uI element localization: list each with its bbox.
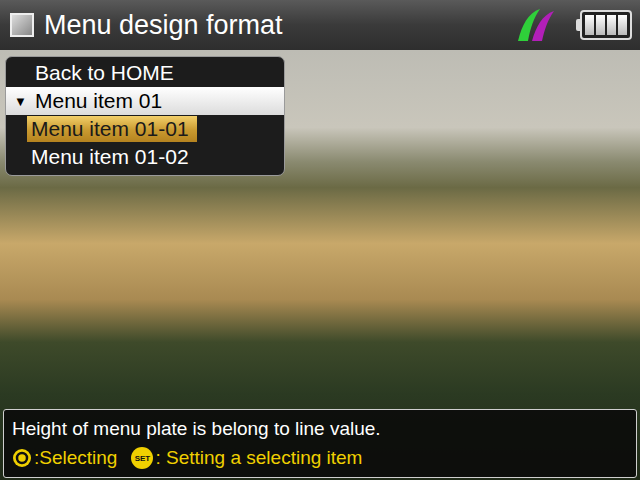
help-panel: Height of menu plate is belong to line v… (3, 409, 637, 478)
menu-item[interactable]: ▼ Menu item 01 (6, 87, 284, 115)
set-button-icon: SET (131, 447, 153, 469)
mode-leaf-icon (514, 5, 558, 45)
battery-segment (585, 15, 594, 35)
menu-item[interactable]: Back to HOME (6, 59, 284, 87)
title-bar: Menu design format (0, 0, 640, 50)
camera-screen: Menu design format Back to HOME▼ Menu it… (0, 0, 640, 480)
hint: :Selecting (12, 447, 117, 469)
battery-segment (607, 15, 616, 35)
help-text: Height of menu plate is belong to line v… (12, 415, 628, 443)
photo: Back to HOME▼ Menu item 01 Menu item 01-… (0, 50, 640, 480)
expand-marker: ▼ (14, 94, 31, 109)
menu-plate: Back to HOME▼ Menu item 01 Menu item 01-… (5, 56, 285, 176)
menu-square-icon (10, 13, 34, 37)
menu-item[interactable]: Menu item 01-02 (6, 143, 284, 171)
window-title: Menu design format (44, 10, 283, 41)
battery-segment (596, 15, 605, 35)
dial-icon (12, 448, 32, 468)
battery-icon (576, 10, 632, 40)
hint: SET : Setting a selecting item (131, 447, 362, 469)
battery-segment (618, 15, 627, 35)
menu-item[interactable]: Menu item 01-01 (6, 115, 284, 143)
